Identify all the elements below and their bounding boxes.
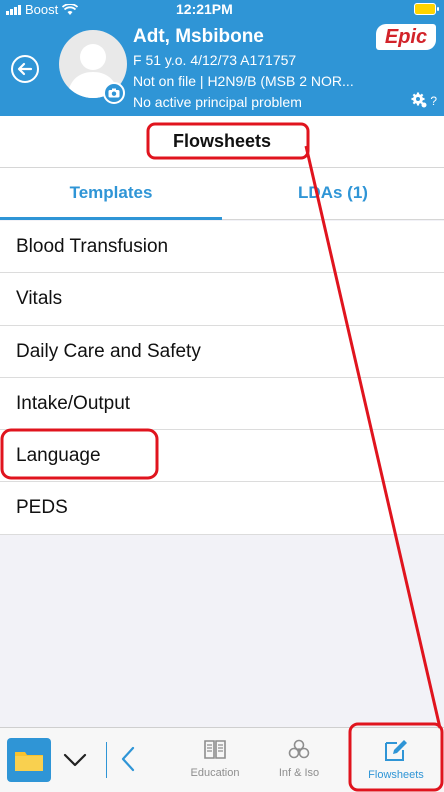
patient-demographics: F 51 y.o. 4/12/73 A171757 xyxy=(133,52,297,68)
patient-header: Boost 12:21PM Adt, Msbibone F 51 y.o. 4/… xyxy=(0,0,444,116)
chart-folder-button[interactable] xyxy=(7,738,51,782)
flowsheets-label: Flowsheets xyxy=(368,769,424,781)
template-item-language[interactable]: Language xyxy=(0,430,444,483)
status-bar: Boost 12:21PM xyxy=(0,0,444,20)
education-button[interactable]: Education xyxy=(186,738,244,779)
back-button[interactable] xyxy=(11,55,39,83)
template-item-blood-transfusion[interactable]: Blood Transfusion xyxy=(0,221,444,274)
settings-button[interactable] xyxy=(411,92,427,108)
page-title: Flowsheets xyxy=(172,131,272,151)
patient-location: Not on file | H2N9/B (MSB 2 NOR... xyxy=(133,73,354,89)
biohazard-icon xyxy=(288,739,310,759)
flowsheets-button[interactable]: Flowsheets xyxy=(357,738,435,781)
epic-logo: Epic xyxy=(376,24,436,50)
wifi-icon xyxy=(62,3,79,15)
principal-problem: No active principal problem xyxy=(133,94,302,110)
bottom-toolbar: Education Inf & Iso Flowsheets xyxy=(0,727,444,792)
clock: 12:21PM xyxy=(176,1,233,17)
template-list: Blood Transfusion Vitals Daily Care and … xyxy=(0,221,444,535)
edit-note-icon xyxy=(385,740,407,761)
expand-activities-button[interactable] xyxy=(62,746,88,777)
carrier-name: Boost xyxy=(25,2,59,17)
patient-name: Adt, Msbibone xyxy=(133,26,264,47)
toolbar-divider xyxy=(106,742,107,778)
template-item-peds[interactable]: PEDS xyxy=(0,482,444,535)
tab-templates[interactable]: Templates xyxy=(0,168,222,220)
folder-icon xyxy=(15,752,43,771)
template-item-intake-output[interactable]: Intake/Output xyxy=(0,378,444,431)
gear-icon xyxy=(411,92,427,108)
template-item-vitals[interactable]: Vitals xyxy=(0,273,444,326)
camera-button[interactable] xyxy=(103,82,125,104)
help-button[interactable]: ? xyxy=(430,94,437,108)
chevron-down-icon xyxy=(63,753,87,767)
scroll-left-button[interactable] xyxy=(118,744,138,779)
signal-icon xyxy=(6,4,21,15)
flowsheets-title-bar: Flowsheets xyxy=(0,116,444,168)
flowsheet-tabs: Templates LDAs (1) xyxy=(0,168,444,220)
camera-icon xyxy=(108,88,120,98)
carrier-indicator: Boost xyxy=(6,2,79,17)
arrow-left-icon xyxy=(17,62,33,76)
book-icon xyxy=(204,740,226,759)
template-item-daily-care[interactable]: Daily Care and Safety xyxy=(0,326,444,378)
infection-isolation-button[interactable]: Inf & Iso xyxy=(268,738,330,779)
inf-iso-label: Inf & Iso xyxy=(278,767,320,779)
tab-ldas[interactable]: LDAs (1) xyxy=(222,168,444,219)
education-label: Education xyxy=(190,767,240,779)
chevron-left-icon xyxy=(121,746,135,772)
battery-icon xyxy=(414,3,439,15)
